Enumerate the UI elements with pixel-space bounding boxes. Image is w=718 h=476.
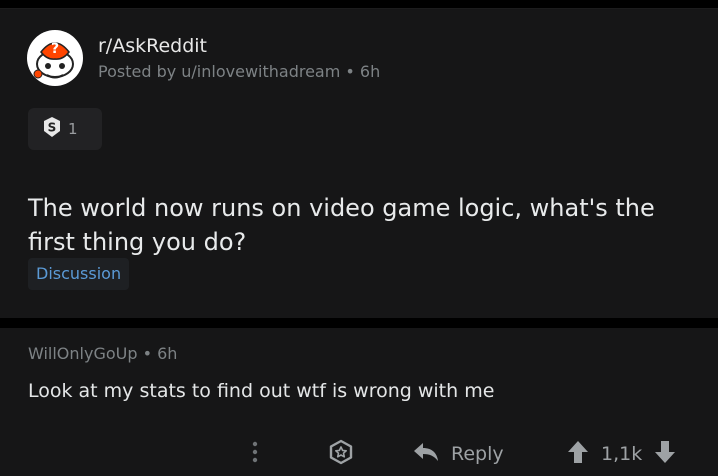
award-outline-icon — [327, 438, 355, 470]
post-flair[interactable]: Discussion — [28, 258, 130, 290]
post-card: ? r/AskReddit Posted by u/inlovewithadre… — [0, 9, 718, 318]
svg-text:S: S — [48, 121, 57, 135]
comment-score: 1,1k — [601, 443, 643, 465]
reply-label: Reply — [451, 443, 504, 465]
post-byline[interactable]: Posted by u/inlovewithadream • 6h — [98, 62, 380, 81]
section-divider — [8, 318, 718, 328]
top-border — [0, 0, 718, 9]
comment-body: Look at my stats to find out wtf is wron… — [28, 380, 495, 402]
vote-controls: 1,1k — [567, 434, 676, 474]
awards-badge[interactable]: S 1 — [28, 108, 102, 150]
reply-button[interactable]: Reply — [413, 434, 504, 474]
more-vertical-icon — [248, 439, 262, 469]
reply-arrow-icon — [413, 441, 439, 467]
subreddit-name[interactable]: r/AskReddit — [98, 35, 207, 57]
svg-text:?: ? — [51, 41, 59, 57]
askreddit-avatar-icon[interactable]: ? — [27, 30, 83, 86]
comment-meta[interactable]: WillOnlyGoUp • 6h — [28, 344, 177, 363]
award-count: 1 — [68, 120, 78, 138]
comment-actions: Reply 1,1k — [0, 434, 718, 474]
silver-award-icon: S — [42, 116, 62, 142]
give-award-button[interactable] — [327, 434, 355, 474]
downvote-arrow-icon[interactable] — [654, 440, 676, 468]
comment-card: WillOnlyGoUp • 6h Look at my stats to fi… — [0, 328, 718, 476]
post-title[interactable]: The world now runs on video game logic, … — [28, 191, 708, 259]
more-options-button[interactable] — [248, 434, 262, 474]
upvote-arrow-icon[interactable] — [567, 440, 589, 468]
